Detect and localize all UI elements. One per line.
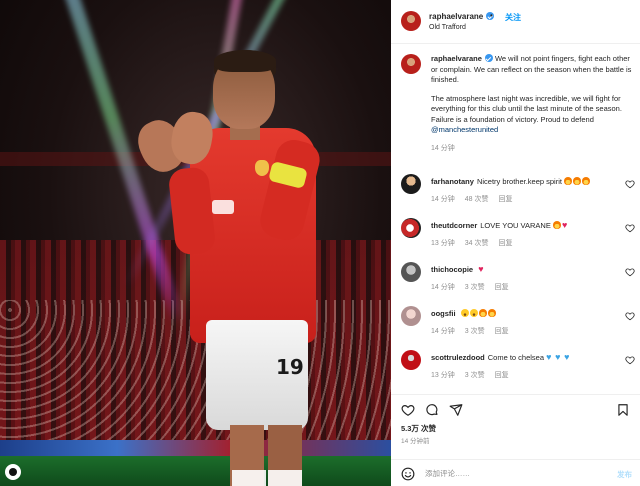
laughing-emoji-icon — [469, 309, 478, 317]
fire-emoji-icon — [478, 309, 487, 317]
comment-item: scottrulezdoodCome to chelsea 13 分钟 3 次赞 回… — [401, 350, 635, 390]
caption-body: raphaelvarane We will not point fingers,… — [431, 54, 635, 136]
send-icon[interactable] — [449, 403, 463, 417]
caption-author-avatar[interactable] — [401, 54, 421, 74]
comment-reply-button[interactable]: 回复 — [495, 284, 509, 291]
comment-reply-button[interactable]: 回复 — [495, 372, 509, 379]
commenter-username[interactable]: thichocopie — [431, 265, 473, 274]
heart-icon[interactable] — [625, 311, 635, 321]
blue-heart-emoji-icon — [564, 352, 572, 362]
follow-button[interactable]: 关注 — [505, 12, 521, 23]
fire-emoji-icon — [487, 309, 496, 317]
comment-like-count[interactable]: 3 次赞 — [465, 328, 485, 335]
author-username-text[interactable]: raphaelvarane — [429, 12, 483, 21]
club-crest — [255, 160, 269, 176]
commenter-username[interactable]: theutdcorner — [431, 221, 477, 230]
comment-time: 14 分钟 — [431, 196, 455, 203]
caption-paragraph: The atmosphere last night was incredible… — [431, 94, 635, 136]
comment-like-count[interactable]: 3 次赞 — [465, 372, 485, 379]
comment-time: 13 分钟 — [431, 372, 455, 379]
heart-icon[interactable] — [625, 179, 635, 189]
fire-emoji-icon — [564, 177, 573, 185]
player-socks — [232, 470, 302, 486]
comment-like-count[interactable]: 48 次赞 — [465, 196, 489, 203]
author-avatar[interactable] — [401, 11, 421, 31]
comment-like-count[interactable]: 34 次赞 — [465, 240, 489, 247]
comment-meta: 13 分钟 3 次赞 回复 — [431, 370, 519, 380]
heart-icon[interactable] — [625, 355, 635, 365]
comment-body: Come to chelsea — [487, 353, 545, 362]
commenter-avatar[interactable] — [401, 350, 421, 370]
comment-text: farhanotany Nicetry brother.keep spirit — [431, 177, 619, 187]
commenter-username[interactable]: oogsfii — [431, 309, 456, 318]
caption-time: 14 分钟 — [431, 144, 455, 152]
author-username[interactable]: raphaelvarane — [429, 12, 495, 21]
comment-meta: 13 分钟 34 次赞 回复 — [431, 238, 522, 248]
add-comment-bar: 发布 — [391, 459, 640, 486]
post-timestamp: 14 分钟前 — [401, 438, 430, 445]
comment-text: theutdcorner LOVE YOU VARANE — [431, 220, 619, 231]
comment-body: Nicetry brother.keep spirit — [476, 177, 562, 186]
commenter-avatar[interactable] — [401, 218, 421, 238]
comment-text: oogsfii — [431, 309, 619, 319]
verified-badge-icon — [484, 54, 493, 62]
shorts-number: 19 — [276, 355, 304, 379]
comment-time: 13 分钟 — [431, 240, 455, 247]
commenter-avatar[interactable] — [401, 262, 421, 282]
post-caption: raphaelvarane We will not point fingers,… — [401, 54, 635, 153]
caption-mention[interactable]: @manchesterunited — [431, 125, 498, 134]
comment-meta: 14 分钟 48 次赞 回复 — [431, 194, 522, 204]
caption-username[interactable]: raphaelvarane — [431, 54, 482, 63]
comment-meta: 14 分钟 3 次赞 回复 — [431, 326, 519, 336]
shirt-sponsor — [212, 200, 234, 214]
comment-body: LOVE YOU VARANE — [480, 221, 551, 230]
post-location[interactable]: Old Trafford — [429, 24, 466, 31]
comment-reply-button[interactable]: 回复 — [495, 328, 509, 335]
comment-item: oogsfii 14 分钟 3 次赞 回复 — [401, 306, 635, 346]
comment-item: theutdcornerLOVE YOU VARANE 13 分钟 34 次赞 回复 — [401, 218, 635, 258]
post-side-panel: raphaelvarane • 关注 Old Trafford raphaelv… — [391, 0, 640, 486]
comment-meta: 14 分钟 3 次赞 回复 — [431, 282, 519, 292]
commenter-avatar[interactable] — [401, 174, 421, 194]
heart-icon[interactable] — [625, 223, 635, 233]
comment-icon[interactable] — [425, 403, 439, 417]
tagged-user-icon[interactable] — [5, 464, 21, 480]
fire-emoji-icon — [573, 177, 582, 185]
comment-time: 14 分钟 — [431, 328, 455, 335]
commenter-username[interactable]: scottrulezdood — [431, 353, 485, 362]
caption-username-text[interactable]: raphaelvarane — [431, 54, 482, 63]
player-hair-top — [214, 50, 276, 72]
laughing-emoji-icon — [460, 309, 469, 317]
commenter-username[interactable]: farhanotany — [431, 177, 474, 186]
blue-heart-emoji-icon — [555, 352, 563, 362]
post-header: raphaelvarane • 关注 Old Trafford — [391, 0, 640, 44]
separator-dot: • — [490, 11, 493, 20]
comment-reply-button[interactable]: 回复 — [498, 196, 512, 203]
player-figure: 19 — [0, 0, 391, 486]
blue-heart-emoji-icon — [546, 352, 554, 362]
heart-icon[interactable] — [625, 267, 635, 277]
post-actions: 5.3万 次赞 14 分钟前 — [391, 394, 640, 458]
bookmark-icon[interactable] — [616, 403, 630, 417]
comment-reply-button[interactable]: 回复 — [498, 240, 512, 247]
commenter-avatar[interactable] — [401, 306, 421, 326]
heart-icon[interactable] — [401, 403, 415, 417]
fire-emoji-icon — [552, 221, 561, 229]
comment-input[interactable] — [425, 466, 585, 480]
comment-item: thichocopie 14 分钟 3 次赞 回复 — [401, 262, 635, 302]
post-like-count[interactable]: 5.3万 次赞 — [401, 423, 436, 434]
red-heart-emoji-icon — [478, 264, 486, 274]
comment-like-count[interactable]: 3 次赞 — [465, 284, 485, 291]
fire-emoji-icon — [582, 177, 591, 185]
red-heart-emoji-icon — [562, 220, 570, 230]
comment-item: farhanotany Nicetry brother.keep spirit 1… — [401, 174, 635, 214]
smiley-icon[interactable] — [401, 467, 415, 481]
post-comment-button[interactable]: 发布 — [617, 469, 632, 480]
post-photo[interactable]: 19 — [0, 0, 391, 486]
comment-text: scottrulezdood Come to chelsea — [431, 352, 619, 363]
caption-paragraph: raphaelvarane We will not point fingers,… — [431, 54, 635, 86]
caption-text-2: The atmosphere last night was incredible… — [431, 93, 622, 124]
comment-time: 14 分钟 — [431, 284, 455, 291]
comment-text: thichocopie — [431, 264, 619, 275]
